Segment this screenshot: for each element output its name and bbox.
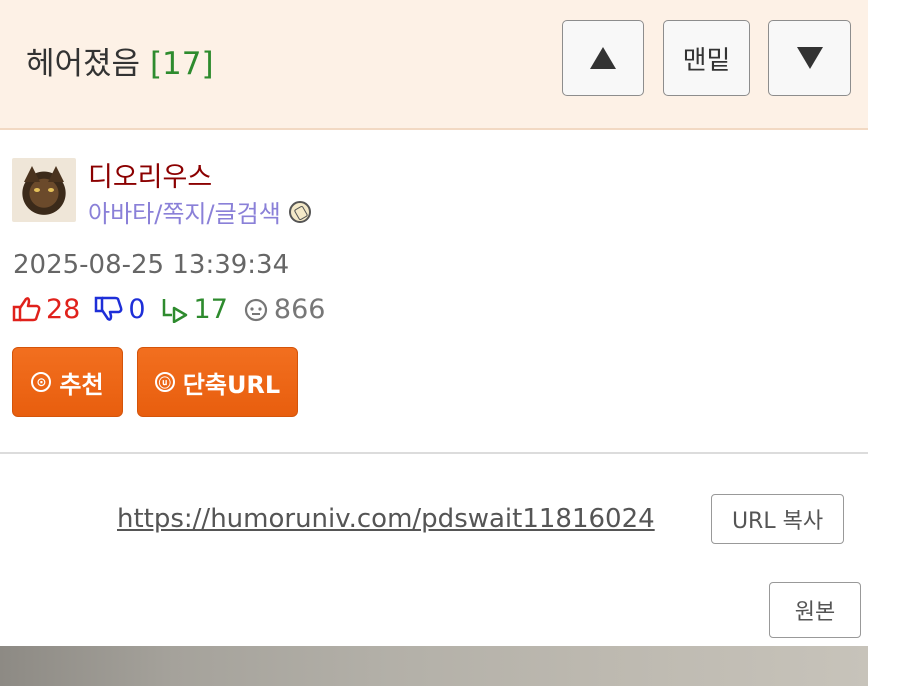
avatar-eye (48, 188, 54, 192)
downvote-stat: 0 (94, 293, 146, 325)
original-button[interactable]: 원본 (769, 582, 861, 638)
author-links-text[interactable]: 아바타/쪽지/글검색 (88, 194, 281, 229)
author-links: 아바타/쪽지/글검색 (88, 194, 311, 229)
post-page: 헤어졌음 [17] 맨밑 디오리우스 아바타/쪽지/글검색 2025-08-25… (0, 0, 868, 686)
views-count: 866 (273, 293, 326, 325)
post-url-link[interactable]: https://humoruniv.com/pdswait11816024 (117, 504, 655, 534)
post-header: 헤어졌음 [17] 맨밑 (0, 0, 868, 130)
upvote-count: 28 (46, 293, 81, 325)
post-image (0, 646, 868, 686)
short-url-button[interactable]: ⓤ 단축URL (137, 347, 298, 417)
arrow-up-icon (590, 47, 616, 69)
scroll-down-button[interactable] (768, 20, 851, 96)
comment-count[interactable]: [17] (150, 46, 214, 82)
reply-count: 17 (193, 293, 228, 325)
upvote-stat: 28 (12, 294, 80, 325)
short-url-icon: ⓤ (154, 372, 175, 392)
reply-stat: 17 (160, 294, 228, 325)
post-title-text: 헤어졌음 (26, 46, 141, 82)
post-stats: 28 0 17 866 (12, 292, 339, 326)
arrow-down-icon (796, 47, 823, 69)
recommend-icon: ⊙ (31, 372, 52, 392)
short-url-label: 단축URL (182, 370, 281, 399)
avatar-ear (24, 166, 40, 182)
downvote-count: 0 (128, 293, 146, 325)
recommend-label: 추천 (59, 370, 104, 399)
recommend-button[interactable]: ⊙ 추천 (12, 347, 123, 417)
scroll-up-button[interactable] (562, 20, 644, 96)
views-face-icon (244, 298, 268, 322)
section-divider (0, 452, 868, 454)
avatar-eye (34, 188, 40, 192)
member-badge-icon (288, 200, 311, 223)
page-margin (868, 0, 904, 686)
avatar-ear (48, 166, 64, 182)
copy-url-button[interactable]: URL 복사 (711, 494, 844, 544)
thumbs-up-icon (12, 297, 41, 322)
author-name[interactable]: 디오리우스 (88, 155, 212, 194)
reply-arrow-icon (162, 299, 187, 323)
views-stat: 866 (242, 293, 326, 325)
thumbs-down-icon (95, 296, 123, 321)
scroll-bottom-button[interactable]: 맨밑 (663, 20, 750, 96)
author-avatar[interactable] (12, 158, 76, 222)
post-title: 헤어졌음 [17] (26, 38, 214, 83)
post-date: 2025-08-25 13:39:34 (13, 250, 290, 280)
